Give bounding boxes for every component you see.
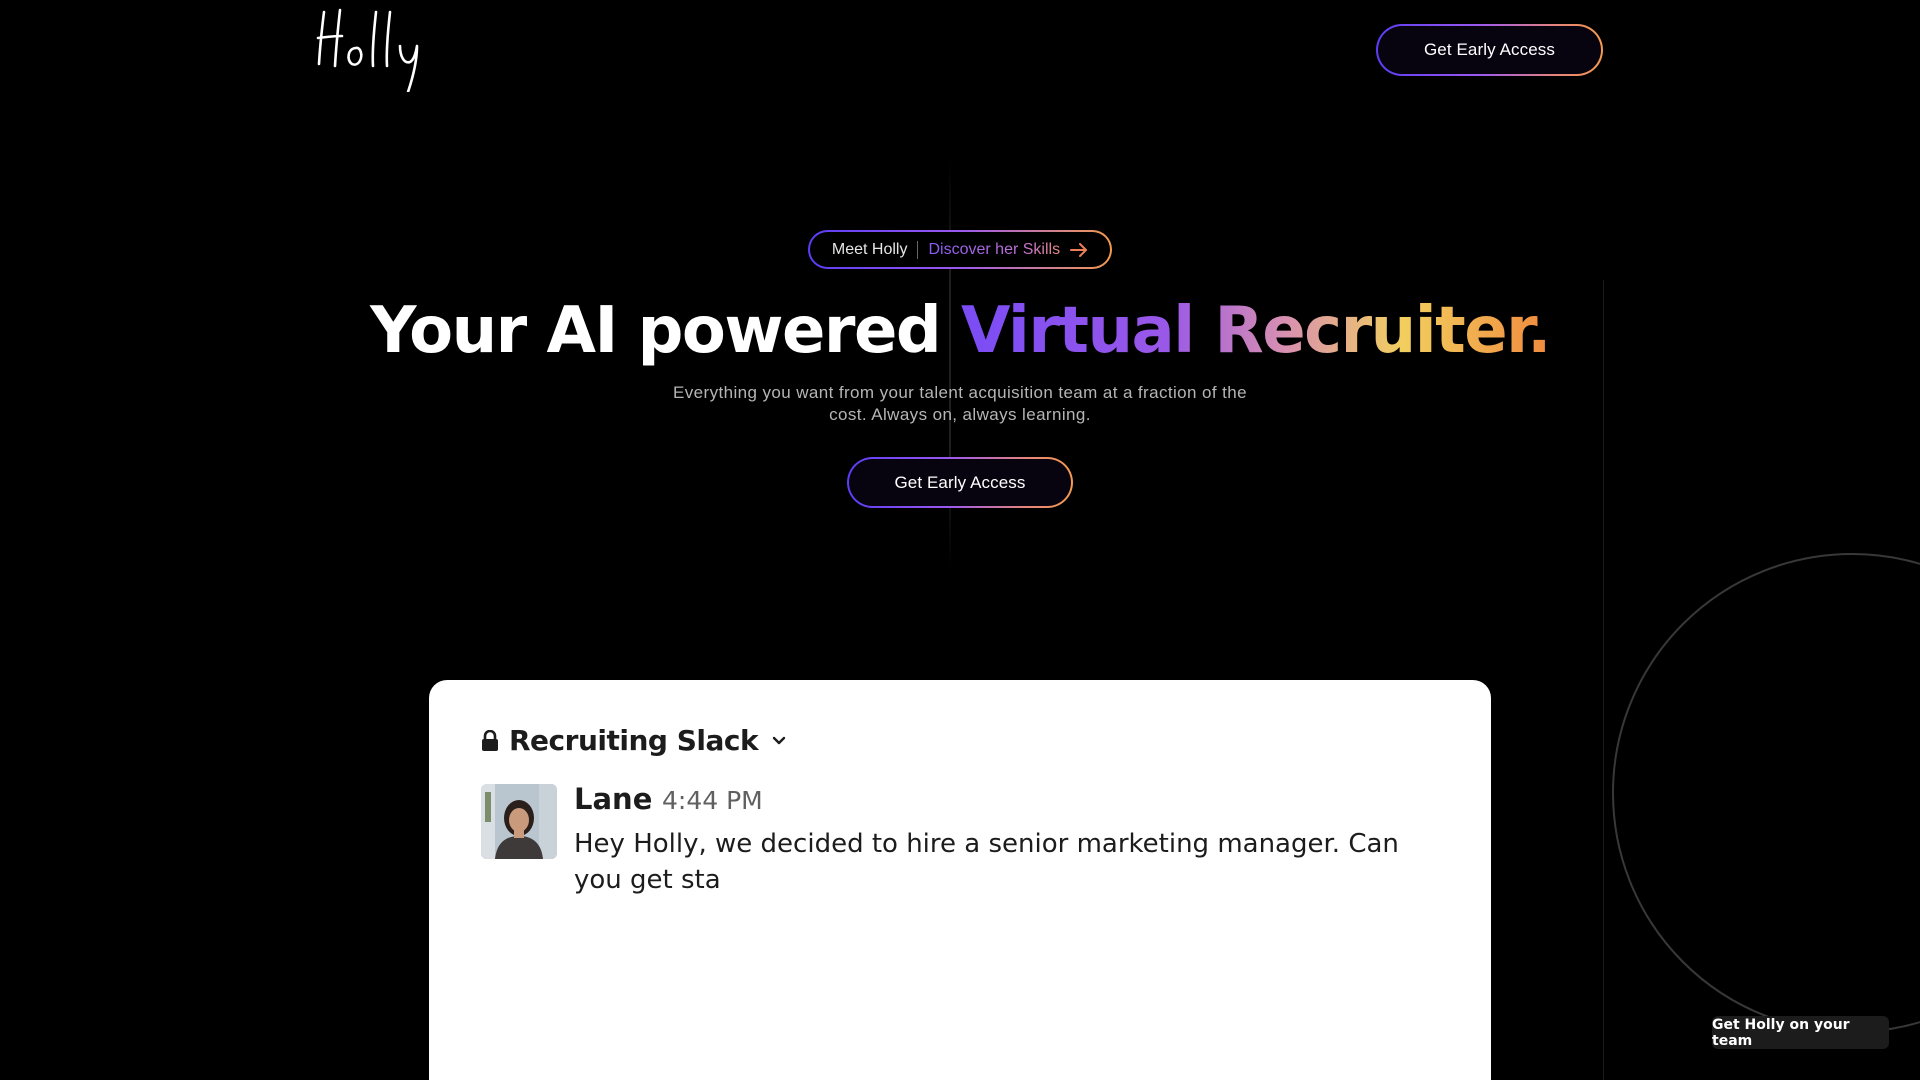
header-get-early-access-button[interactable]: Get Early Access	[1376, 24, 1603, 76]
meet-holly-pill[interactable]: Meet Holly Discover her Skills	[808, 230, 1112, 269]
channel-header[interactable]: Recruiting Slack	[481, 724, 786, 757]
avatar[interactable]	[481, 784, 557, 859]
pill-divider	[917, 240, 919, 259]
arrow-right-icon	[1070, 242, 1088, 257]
headline-plain: Your AI powered	[370, 294, 961, 368]
slack-preview-card: Recruiting Slack Lane 4:44 PM Hey Holly,…	[429, 680, 1491, 1080]
headline-gradient: Virtual Recruiter.	[960, 294, 1551, 368]
header-cta-label: Get Early Access	[1378, 26, 1601, 74]
background-line	[1603, 280, 1604, 1080]
lock-icon	[482, 729, 498, 751]
landing-page: Get Early Access Meet Holly Discover her…	[0, 0, 1920, 1080]
hero-headline: Your AI powered Virtual Recruiter.	[0, 288, 1920, 374]
meet-holly-label: Meet Holly	[831, 240, 908, 258]
hero-subtitle: Everything you want from your talent acq…	[673, 383, 1247, 424]
hero-get-early-access-button[interactable]: Get Early Access	[847, 457, 1073, 508]
holly-logo[interactable]	[316, 8, 436, 94]
chevron-down-icon	[772, 736, 786, 744]
discover-skills-link[interactable]: Discover her Skills	[928, 241, 1060, 259]
message-time: 4:44 PM	[662, 786, 763, 815]
get-holly-floating-button[interactable]: Get Holly on your team	[1712, 1016, 1889, 1049]
channel-name: Recruiting Slack	[509, 724, 759, 757]
hero-cta-label: Get Early Access	[849, 459, 1071, 506]
message-text: Hey Holly, we decided to hire a senior m…	[574, 829, 1399, 895]
background-circle	[1612, 553, 1920, 1033]
message-author[interactable]: Lane	[574, 782, 652, 816]
